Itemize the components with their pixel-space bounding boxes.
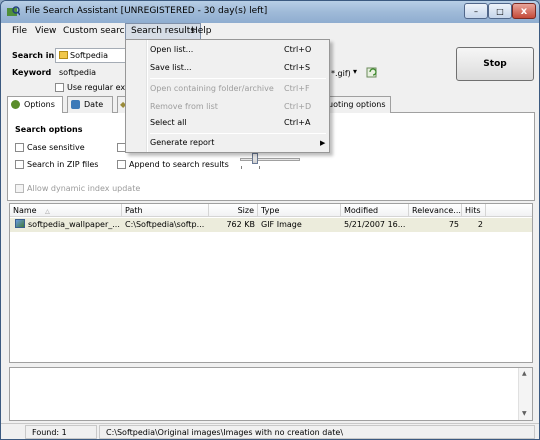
column-header-type[interactable]: Type	[258, 204, 341, 217]
file-mask-dropdown-icon[interactable]: ▾	[353, 67, 357, 76]
cell-name: softpedia_wallpaper_...	[12, 218, 122, 232]
sort-ascending-icon: △	[45, 208, 50, 215]
menu-open-containing-folder-label: Open containing folder/archive	[150, 84, 274, 93]
details-pane[interactable]: ▲ ▼	[9, 367, 533, 421]
case-sensitive-label: Case sensitive	[27, 143, 85, 152]
menu-help[interactable]: Help	[186, 23, 217, 40]
search-in-value: Softpedia	[70, 51, 108, 60]
menu-save-list[interactable]: Save list... Ctrl+S	[128, 59, 327, 77]
minimize-button[interactable]: –	[464, 3, 488, 19]
file-mask-field[interactable]: *.gif)	[330, 66, 364, 81]
search-zip-label: Search in ZIP files	[27, 160, 99, 169]
status-path: C:\Softpedia\Original images\Images with…	[99, 425, 535, 439]
refresh-icon[interactable]	[366, 66, 378, 78]
cell-modified: 5/21/2007 16...	[344, 220, 406, 229]
minimize-icon: –	[474, 6, 478, 16]
window-title: File Search Assistant [UNREGISTERED - 30…	[25, 6, 268, 16]
keyword-label: Keyword	[12, 68, 52, 77]
menu-open-list-shortcut: Ctrl+O	[284, 45, 312, 54]
search-zip-checkbox[interactable]	[15, 160, 24, 169]
menu-generate-report-label: Generate report	[150, 138, 215, 147]
maximize-icon: □	[496, 6, 504, 16]
use-regex-label: Use regular expr	[67, 83, 134, 92]
scroll-up-icon[interactable]: ▲	[522, 370, 527, 377]
tab-date[interactable]: Date	[67, 96, 113, 113]
menu-open-containing-folder[interactable]: Open containing folder/archive Ctrl+F	[128, 80, 327, 98]
column-header-name[interactable]: Name △	[10, 204, 122, 217]
menu-open-containing-folder-shortcut: Ctrl+F	[284, 84, 310, 93]
menu-select-all-shortcut: Ctrl+A	[284, 118, 311, 127]
close-icon: x	[520, 5, 528, 17]
column-header-hits[interactable]: Hits	[462, 204, 486, 217]
menu-separator	[150, 78, 326, 79]
title-bar: File Search Assistant [UNREGISTERED - 30…	[1, 1, 539, 23]
folder-icon	[59, 51, 68, 59]
cell-size: 762 KB	[226, 220, 255, 229]
append-results-label: Append to search results	[129, 160, 229, 169]
keyword-value: softpedia	[59, 68, 97, 77]
app-logo-icon	[7, 6, 20, 16]
menu-open-list-label: Open list...	[150, 45, 194, 54]
table-header: Name △ Path Size Type Modified Relevance…	[10, 204, 532, 217]
menu-open-list[interactable]: Open list... Ctrl+O	[128, 41, 327, 59]
status-found: Found: 1	[25, 425, 97, 439]
details-scrollbar[interactable]: ▲ ▼	[518, 368, 532, 420]
dynamic-index-label: Allow dynamic index update	[27, 184, 141, 193]
search-in-field[interactable]: Softpedia	[55, 48, 127, 63]
column-header-relevance[interactable]: Relevance...	[409, 204, 462, 217]
image-file-icon	[15, 219, 25, 228]
slider-thumb[interactable]	[252, 153, 258, 164]
column-header-size[interactable]: Size	[209, 204, 258, 217]
menu-view[interactable]: View	[30, 23, 61, 40]
dynamic-index-checkbox[interactable]	[15, 184, 24, 193]
status-bar: Found: 1 C:\Softpedia\Original images\Im…	[1, 423, 539, 439]
menu-save-list-label: Save list...	[150, 63, 192, 72]
file-mask-value: *.gif)	[331, 69, 351, 78]
case-sensitive-checkbox[interactable]	[15, 143, 24, 152]
slider-tick	[241, 166, 242, 169]
column-header-path[interactable]: Path	[122, 204, 209, 217]
tab-quoting-label: uoting options	[328, 100, 386, 109]
submenu-arrow-icon: ▶	[320, 139, 326, 147]
search-options-heading: Search options	[15, 125, 83, 134]
menu-select-all[interactable]: Select all Ctrl+A	[128, 114, 327, 132]
slider-track[interactable]	[240, 158, 300, 161]
column-name-label: Name	[13, 206, 37, 215]
tab-date-label: Date	[84, 100, 104, 109]
search-in-label: Search in	[12, 51, 55, 60]
use-regex-checkbox[interactable]	[55, 83, 64, 92]
cell-hits: 2	[477, 220, 483, 229]
tab-options[interactable]: Options	[7, 96, 63, 114]
keyword-field[interactable]: softpedia	[55, 65, 127, 80]
search-results-menu: Open list... Ctrl+O Save list... Ctrl+S …	[125, 39, 330, 153]
tab-quoting-options[interactable]: uoting options	[323, 96, 391, 113]
cell-name-text: softpedia_wallpaper_...	[28, 220, 120, 229]
menu-file[interactable]: File	[7, 23, 32, 40]
menu-bar: File View Custom search Search results H…	[1, 23, 539, 40]
tab-options-label: Options	[24, 100, 55, 109]
menu-select-all-label: Select all	[150, 118, 187, 127]
cell-relevance: 75	[448, 220, 459, 229]
stop-button[interactable]: Stop	[456, 47, 534, 81]
append-results-checkbox[interactable]	[117, 160, 126, 169]
cell-type: GIF Image	[261, 220, 302, 229]
gear-icon	[11, 100, 20, 109]
app-window: File Search Assistant [UNREGISTERED - 30…	[0, 0, 540, 440]
column-header-modified[interactable]: Modified	[341, 204, 409, 217]
scroll-down-icon[interactable]: ▼	[522, 410, 527, 417]
menu-generate-report[interactable]: Generate report ▶	[128, 134, 327, 152]
close-button[interactable]: x	[512, 3, 536, 19]
results-table: Name △ Path Size Type Modified Relevance…	[9, 203, 533, 363]
menu-custom-search[interactable]: Custom search	[58, 23, 135, 40]
cell-path: C:\Softpedia\softp...	[125, 220, 205, 229]
slider-tick	[259, 166, 260, 169]
maximize-button[interactable]: □	[488, 3, 512, 19]
menu-save-list-shortcut: Ctrl+S	[284, 63, 311, 72]
calendar-icon	[71, 100, 80, 109]
table-row[interactable]: softpedia_wallpaper_... C:\Softpedia\sof…	[10, 218, 532, 232]
